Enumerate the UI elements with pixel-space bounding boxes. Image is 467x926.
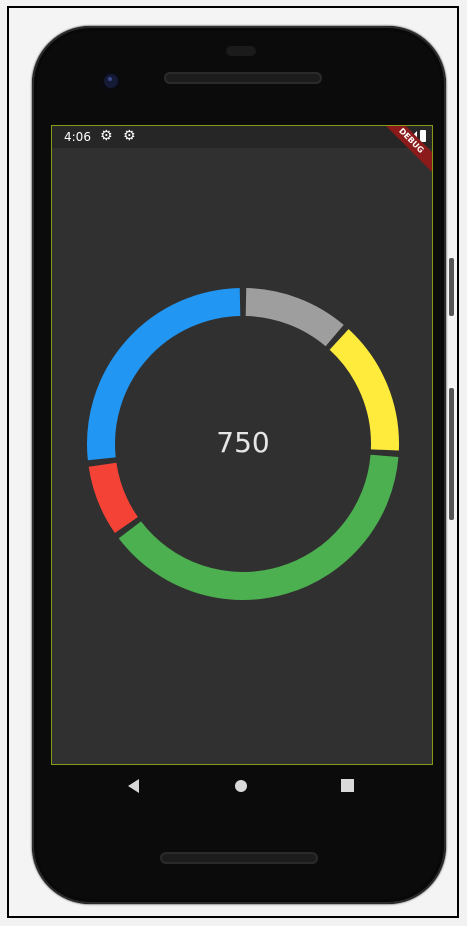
- ring-segment-green: [118, 454, 399, 600]
- ring-segment-gray: [245, 288, 344, 347]
- home-icon[interactable]: [235, 780, 247, 792]
- ring-segment-yellow: [329, 329, 399, 451]
- proximity-sensor: [226, 46, 256, 56]
- bottom-speaker: [160, 852, 318, 864]
- recents-icon[interactable]: [341, 779, 354, 792]
- front-camera: [104, 74, 118, 88]
- earpiece-speaker: [164, 72, 322, 84]
- power-button: [449, 258, 454, 316]
- back-icon[interactable]: [128, 779, 139, 793]
- volume-button: [449, 388, 454, 520]
- center-value: 750: [216, 426, 270, 459]
- app-screen: 4:06 ⚙ ⚙ DEBUG 750: [51, 125, 433, 765]
- ring-segment-red: [88, 462, 139, 534]
